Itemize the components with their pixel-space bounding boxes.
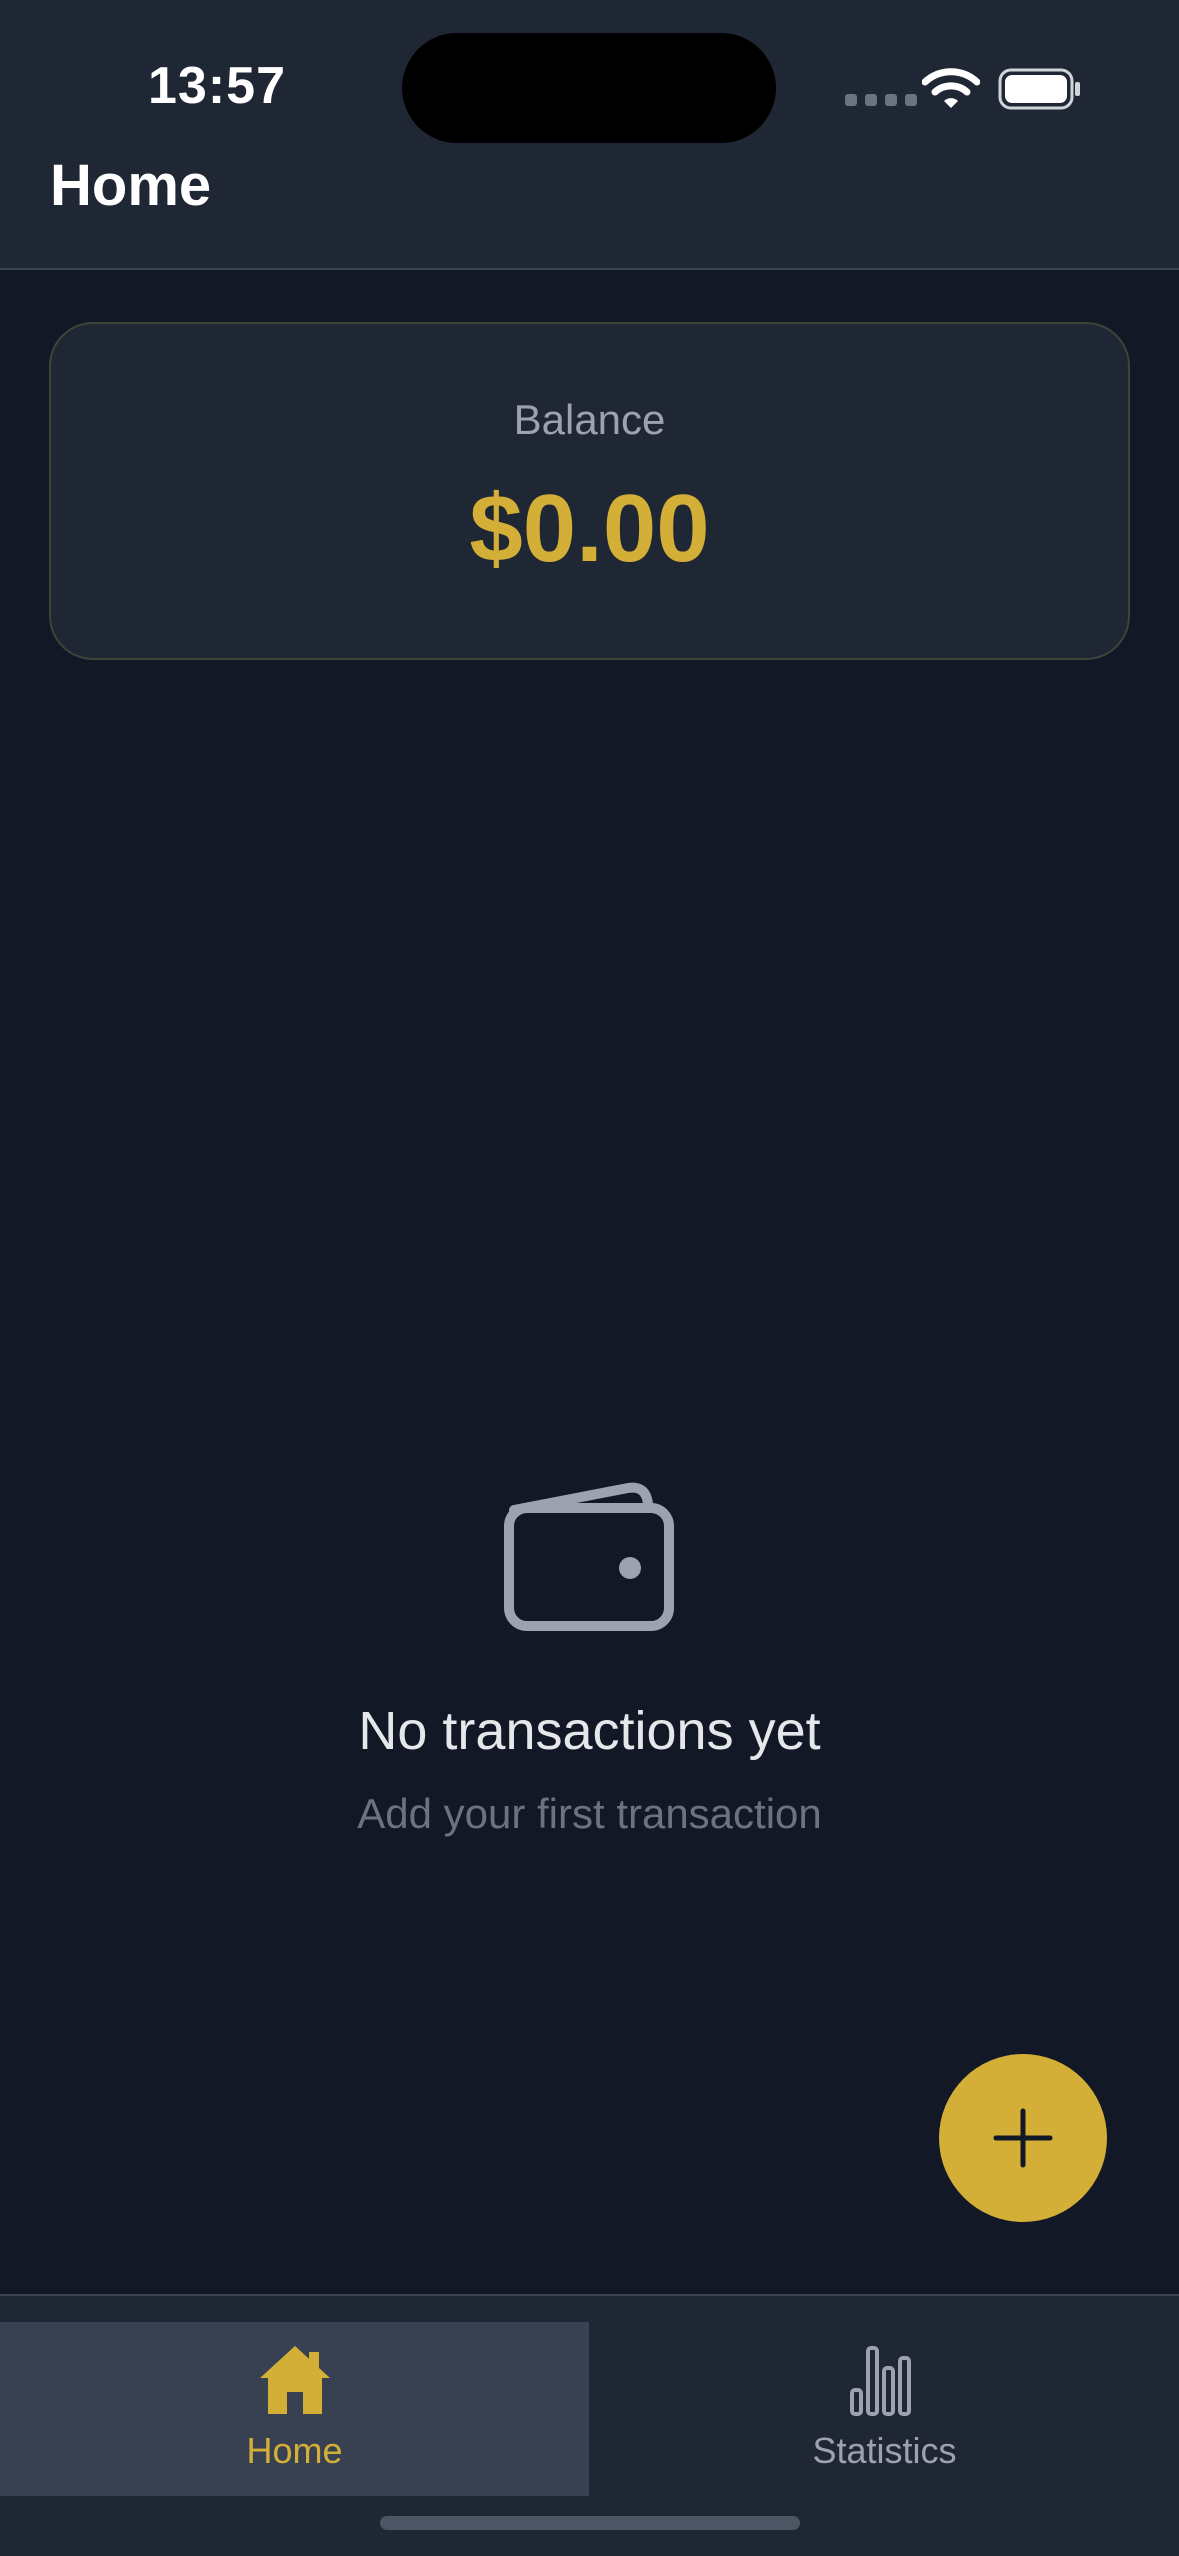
dynamic-island bbox=[402, 33, 776, 143]
add-transaction-button[interactable] bbox=[939, 2054, 1107, 2222]
battery-icon bbox=[998, 68, 1080, 110]
balance-card: Balance $0.00 bbox=[49, 322, 1130, 660]
home-indicator[interactable] bbox=[380, 2516, 800, 2530]
status-time: 13:57 bbox=[148, 57, 286, 115]
plus-icon bbox=[993, 2108, 1053, 2168]
tab-home-label: Home bbox=[246, 2430, 343, 2471]
bar-chart-icon bbox=[849, 2346, 911, 2416]
app-screen: 13:57 Home Balance $0.00 No transactions… bbox=[0, 0, 1179, 2556]
house-icon bbox=[259, 2346, 330, 2414]
header: 13:57 Home bbox=[0, 0, 1179, 270]
wifi-icon bbox=[922, 68, 980, 108]
tab-statistics-label: Statistics bbox=[812, 2430, 957, 2471]
wallet-icon bbox=[504, 1482, 674, 1631]
tab-home[interactable]: Home bbox=[0, 2322, 589, 2496]
empty-state-subtitle: Add your first transaction bbox=[357, 1790, 822, 1837]
page-title: Home bbox=[50, 153, 212, 218]
tab-statistics[interactable]: Statistics bbox=[590, 2322, 1179, 2496]
empty-state-title: No transactions yet bbox=[358, 1701, 821, 1761]
balance-label: Balance bbox=[513, 396, 666, 443]
signal-dots-icon bbox=[845, 94, 917, 106]
balance-amount: $0.00 bbox=[469, 475, 710, 582]
